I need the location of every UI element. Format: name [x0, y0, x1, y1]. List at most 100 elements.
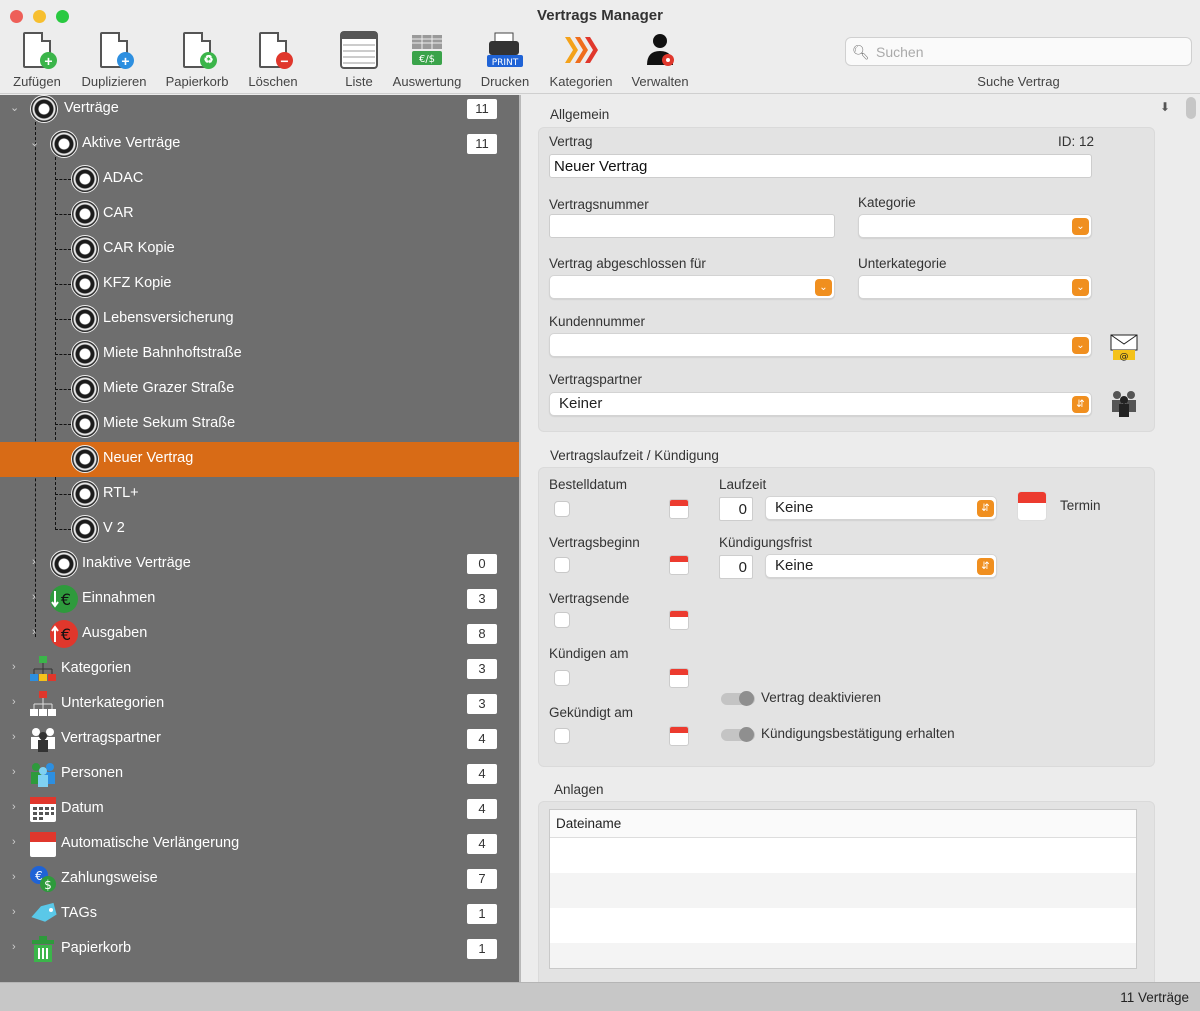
contract-start-calendar-icon[interactable] [669, 555, 689, 575]
chevron-right-icon[interactable]: › [32, 556, 36, 568]
sidebar-item-contract-selected[interactable]: Neuer Vertrag [0, 442, 519, 477]
chevron-right-icon[interactable]: › [32, 626, 36, 638]
cancel-on-calendar-icon[interactable] [669, 668, 689, 688]
attachments-table[interactable]: Dateiname [549, 809, 1137, 969]
table-row[interactable] [550, 908, 1136, 943]
count-badge: 4 [467, 799, 497, 819]
tag-icon [29, 900, 57, 928]
sidebar-item-trash[interactable]: › Papierkorb 1 [0, 932, 519, 967]
search-field[interactable]: 🔍︎ [845, 37, 1192, 66]
duplicate-button[interactable]: + Duplizieren [77, 30, 151, 92]
contract-start-checkbox[interactable] [554, 557, 570, 573]
sidebar-item-income[interactable]: › € Einnahmen 3 [0, 582, 519, 617]
sidebar-item-categories[interactable]: › Kategorien 3 [0, 652, 519, 687]
chevron-right-icon[interactable]: › [12, 661, 16, 673]
count-badge: 1 [467, 939, 497, 959]
table-row[interactable] [550, 838, 1136, 873]
order-date-checkbox[interactable] [554, 501, 570, 517]
vertical-scrollbar[interactable] [1186, 97, 1196, 119]
notice-unit-select[interactable]: Keine ⇵ [765, 554, 997, 578]
sidebar-item-active-contracts[interactable]: ⌄ Aktive Verträge 11 [0, 127, 519, 162]
trash-icon [29, 935, 57, 963]
contract-number-field[interactable] [549, 214, 835, 238]
chevron-right-icon[interactable]: › [12, 941, 16, 953]
sidebar-item-date[interactable]: › Datum 4 [0, 792, 519, 827]
contract-count-status: 11 Verträge [1120, 990, 1189, 1005]
sidebar-item-label: KFZ Kopie [103, 275, 172, 291]
sidebar-item-vertraege[interactable]: ⌄ Verträge 11 [0, 95, 519, 127]
cancel-on-checkbox[interactable] [554, 670, 570, 686]
list-button[interactable]: Liste [336, 30, 382, 92]
concluded-for-select[interactable]: ⌄ [549, 275, 835, 299]
deactivate-toggle[interactable] [721, 691, 755, 706]
evaluation-icon: €/$ [407, 30, 447, 70]
sidebar-item-contract[interactable]: CAR [0, 197, 519, 232]
add-button[interactable]: + Zufügen [8, 30, 66, 92]
print-button[interactable]: PRINT Drucken [478, 30, 532, 92]
cancelled-on-checkbox[interactable] [554, 728, 570, 744]
sidebar-item-contract[interactable]: Lebensversicherung [0, 302, 519, 337]
duration-unit-select[interactable]: Keine ⇵ [765, 496, 997, 520]
sidebar-item-contract[interactable]: V 2 [0, 512, 519, 547]
order-date-calendar-icon[interactable] [669, 499, 689, 519]
sidebar-item-tags[interactable]: › TAGs 1 [0, 897, 519, 932]
chevron-right-icon[interactable]: › [12, 836, 16, 848]
notice-period-label: Kündigungsfrist [719, 535, 813, 550]
delete-button[interactable]: − Löschen [245, 30, 301, 92]
chevron-right-icon[interactable]: › [12, 696, 16, 708]
chevron-right-icon[interactable]: › [12, 906, 16, 918]
scroll-down-arrow-icon[interactable]: ⬇ [1160, 100, 1170, 114]
toolbar: Vertrags Manager + Zufügen + Duplizieren… [0, 0, 1200, 94]
duplicate-button-label: Duplizieren [81, 74, 147, 89]
partner-select[interactable]: Keiner ⇵ [549, 392, 1092, 416]
table-row[interactable] [550, 873, 1136, 908]
sidebar-item-payment-method[interactable]: › € $ Zahlungsweise 7 [0, 862, 519, 897]
sidebar-item-contract[interactable]: KFZ Kopie [0, 267, 519, 302]
confirmation-toggle[interactable] [721, 727, 755, 742]
categories-button[interactable]: Kategorien [545, 30, 617, 92]
contract-icon [71, 375, 99, 403]
contract-end-checkbox[interactable] [554, 612, 570, 628]
sidebar-item-partners[interactable]: › Vertragspartner 4 [0, 722, 519, 757]
trash-button[interactable]: ♻ Papierkorb [162, 30, 232, 92]
svg-text:€: € [61, 590, 71, 609]
contract-id: ID: 12 [1058, 134, 1095, 149]
appointment-calendar-icon[interactable] [1017, 491, 1047, 521]
duration-unit-value: Keine [775, 499, 814, 516]
chevron-right-icon[interactable]: › [12, 731, 16, 743]
chevron-right-icon[interactable]: › [32, 591, 36, 603]
cancelled-on-calendar-icon[interactable] [669, 726, 689, 746]
sidebar-item-contract[interactable]: Miete Bahnhoftstraße [0, 337, 519, 372]
sidebar-item-contract[interactable]: RTL+ [0, 477, 519, 512]
sidebar-item-persons[interactable]: › Personen 4 [0, 757, 519, 792]
sidebar-item-contract[interactable]: ADAC [0, 162, 519, 197]
duration-number-field[interactable]: 0 [719, 497, 753, 521]
sidebar-item-auto-renewal[interactable]: › Automatische Verlängerung 4 [0, 827, 519, 862]
chevron-right-icon[interactable]: › [12, 871, 16, 883]
sidebar-item-contract[interactable]: Miete Sekum Straße [0, 407, 519, 442]
status-bar: 11 Verträge [0, 982, 1200, 1011]
column-header-filename[interactable]: Dateiname [550, 810, 1136, 838]
chevron-down-icon[interactable]: ⌄ [30, 136, 39, 149]
manage-button[interactable]: Verwalten [629, 30, 691, 92]
partners-manage-icon[interactable] [1109, 388, 1139, 418]
sidebar-item-inactive-contracts[interactable]: › Inaktive Verträge 0 [0, 547, 519, 582]
list-icon [339, 30, 379, 70]
contract-name-field[interactable]: Neuer Vertrag [549, 154, 1092, 178]
sidebar-item-contract[interactable]: CAR Kopie [0, 232, 519, 267]
category-select[interactable]: ⌄ [858, 214, 1092, 238]
sidebar-item-subcategories[interactable]: › Unterkategorien 3 [0, 687, 519, 722]
table-row[interactable] [550, 943, 1136, 968]
sidebar-item-contract[interactable]: Miete Grazer Straße [0, 372, 519, 407]
customer-number-select[interactable]: ⌄ [549, 333, 1092, 357]
email-icon[interactable]: @ [1109, 331, 1139, 362]
chevron-down-icon[interactable]: ⌄ [10, 101, 19, 114]
sidebar-item-expenses[interactable]: › € Ausgaben 8 [0, 617, 519, 652]
notice-number-field[interactable]: 0 [719, 555, 753, 579]
contract-end-calendar-icon[interactable] [669, 610, 689, 630]
chevron-right-icon[interactable]: › [12, 801, 16, 813]
chevron-right-icon[interactable]: › [12, 766, 16, 778]
subcategory-select[interactable]: ⌄ [858, 275, 1092, 299]
search-input[interactable] [876, 42, 1176, 62]
evaluation-button[interactable]: €/$ Auswertung [390, 30, 464, 92]
